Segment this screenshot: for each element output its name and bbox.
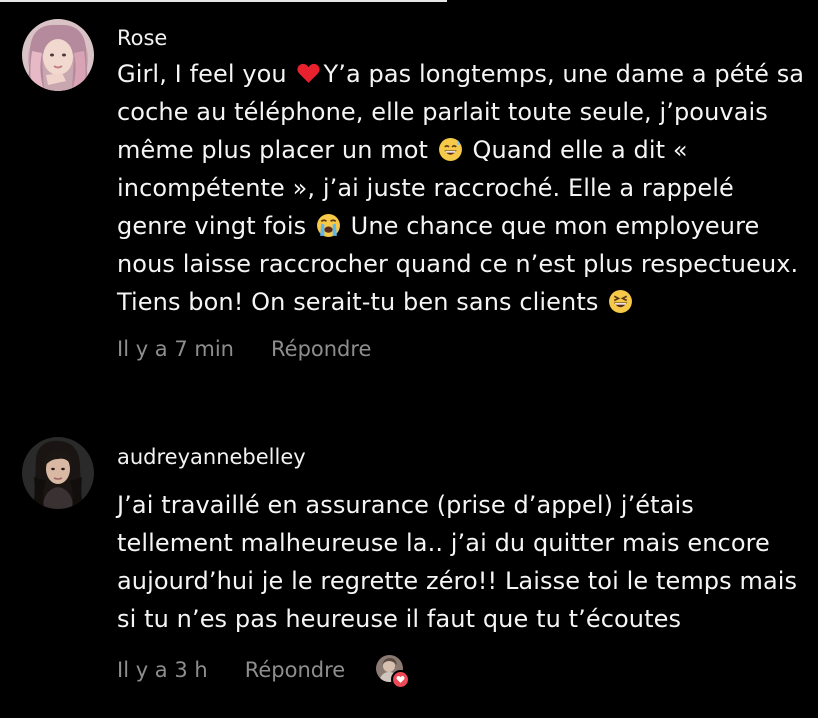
red-heart-icon xyxy=(297,63,321,83)
top-divider xyxy=(0,0,447,2)
grinning-sweat-icon xyxy=(438,138,462,161)
liked-by-author-badge xyxy=(376,655,411,689)
comment-text: Girl, I feel you Y’a pas longtemps, une … xyxy=(117,55,806,321)
comment-content: Rose Girl, I feel you Y’a pas longtemps,… xyxy=(117,25,806,361)
reply-button[interactable]: Répondre xyxy=(271,337,371,361)
comment-timestamp: Il y a 7 min xyxy=(117,337,234,361)
comment-text-part: Girl, I feel you xyxy=(117,60,295,88)
laughing-squinting-icon xyxy=(609,290,633,313)
comment-username[interactable]: audreyannebelley xyxy=(117,444,806,470)
avatar[interactable] xyxy=(22,19,94,91)
heart-icon xyxy=(391,670,411,689)
comment-text: J’ai travaillé en assurance (prise d’app… xyxy=(117,491,798,633)
comment-content: audreyannebelley J’ai travaillé en assur… xyxy=(117,444,806,689)
avatar[interactable] xyxy=(22,437,94,509)
comment-username[interactable]: Rose xyxy=(117,25,806,51)
comment-meta: Il y a 3 h Répondre xyxy=(117,655,806,689)
comment-meta: Il y a 7 min Répondre xyxy=(117,337,806,361)
loudly-crying-icon xyxy=(316,214,340,237)
comment-timestamp: Il y a 3 h xyxy=(117,658,208,682)
reply-button[interactable]: Répondre xyxy=(245,658,345,682)
